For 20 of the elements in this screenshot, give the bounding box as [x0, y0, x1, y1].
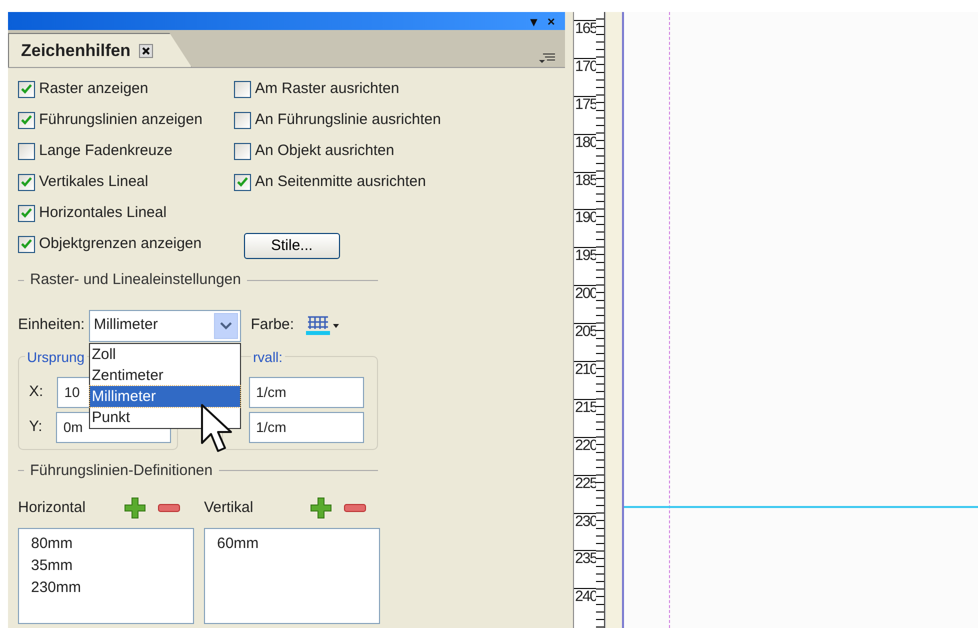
- checkbox-label: An Führungslinie ausrichten: [255, 110, 441, 130]
- list-label: Horizontal: [18, 498, 87, 518]
- units-label: Einheiten:: [18, 315, 85, 336]
- checkbox-label: Objektgrenzen anzeigen: [39, 234, 202, 254]
- checkbox-label: Führungslinien anzeigen: [39, 110, 202, 130]
- checkbox-label: Horizontales Lineal: [39, 202, 167, 223]
- tab-label: Zeichenhilfen: [21, 40, 131, 62]
- field-label: X:: [29, 382, 44, 402]
- checkbox-label: Lange Fadenkreuze: [39, 140, 172, 161]
- section-title: Raster- und Linealeinstellungen: [18, 269, 378, 292]
- field-label: Y:: [29, 416, 42, 437]
- checkbox-label: Am Raster ausrichten: [255, 78, 400, 99]
- section-title: Führungslinien-Definitionen: [18, 460, 378, 482]
- checkbox-label: An Objekt ausrichten: [255, 140, 394, 161]
- dropdown-value: Millimeter: [94, 315, 158, 336]
- checkbox-label: Raster anzeigen: [39, 78, 148, 99]
- color-label: Farbe:: [250, 315, 294, 336]
- list-label: Vertikal: [204, 498, 254, 518]
- checkbox-label: An Seitenmitte ausrichten: [255, 172, 426, 192]
- checkbox-label: Vertikales Lineal: [39, 172, 148, 192]
